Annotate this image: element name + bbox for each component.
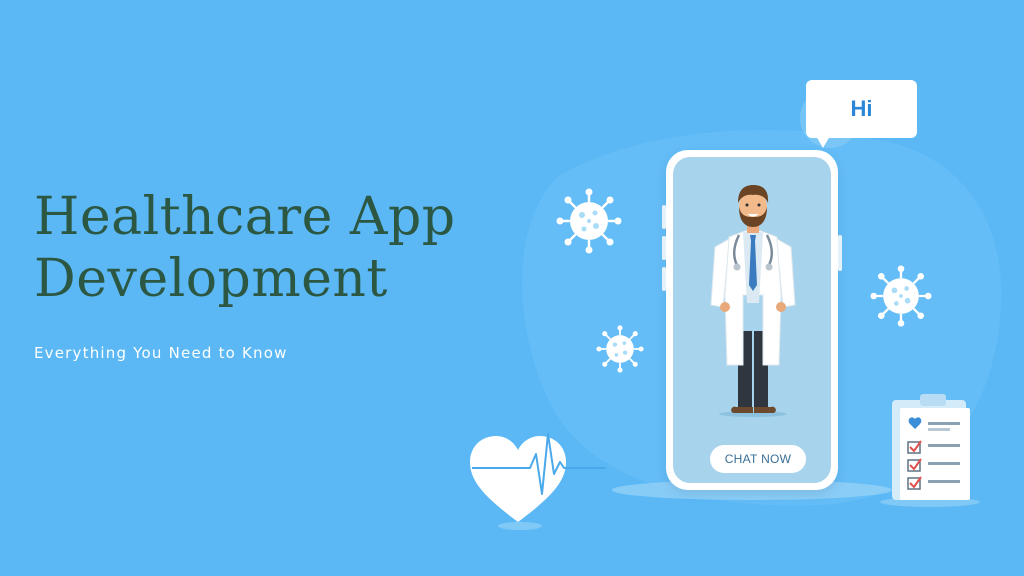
phone-screen: CHAT NOW xyxy=(673,157,831,483)
doctor-illustration xyxy=(710,185,796,417)
title-line-1: Healthcare App xyxy=(34,187,456,247)
virus-icon xyxy=(596,325,644,373)
subtitle: Everything You Need to Know xyxy=(34,344,288,362)
heartbeat-icon xyxy=(470,433,606,522)
chat-now-button[interactable]: CHAT NOW xyxy=(710,445,806,473)
page-title: Healthcare App Development xyxy=(34,186,456,310)
phone-mockup: CHAT NOW xyxy=(662,150,842,490)
speech-bubble: Hi xyxy=(806,80,917,138)
virus-icon xyxy=(870,265,932,327)
phone-side-button xyxy=(662,236,666,260)
title-line-2: Development xyxy=(34,249,388,309)
phone-power-button xyxy=(838,235,842,271)
phone-side-button xyxy=(662,267,666,291)
clipboard-checklist-icon xyxy=(892,394,970,500)
phone-side-button xyxy=(662,205,666,229)
virus-icon xyxy=(556,188,622,254)
banner: Healthcare App Development Everything Yo… xyxy=(0,0,1024,576)
speech-bubble-tail xyxy=(816,136,830,148)
